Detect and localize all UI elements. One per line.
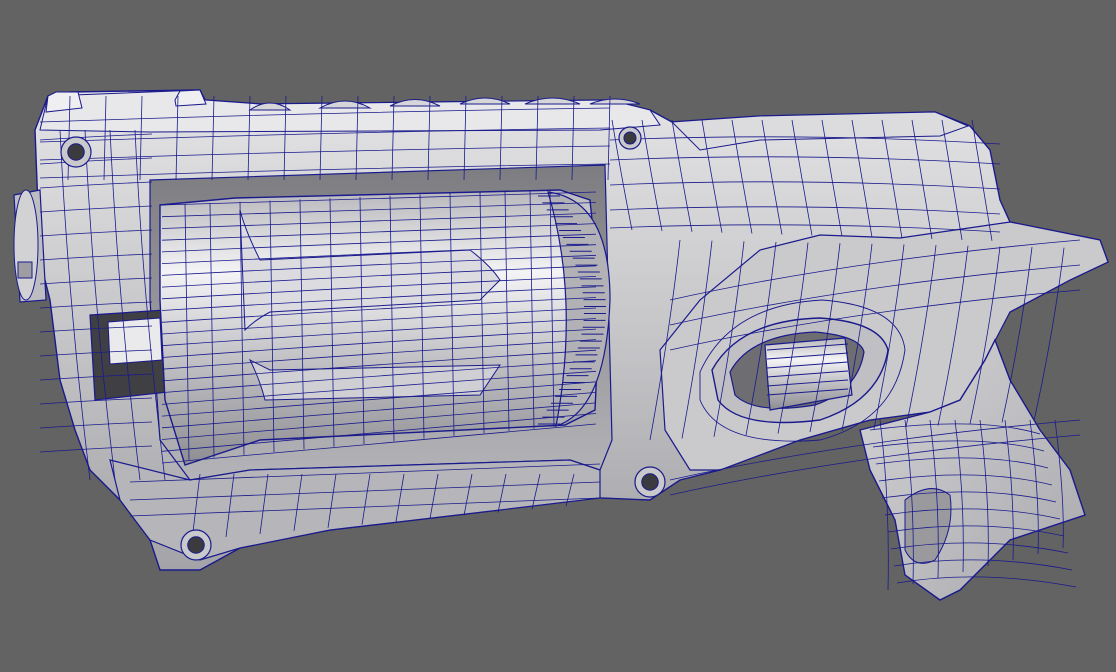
rail-ridge — [389, 99, 441, 107]
screw-hole — [67, 143, 85, 161]
front-vent-inner — [107, 317, 163, 365]
rail-ridge — [524, 97, 581, 105]
front-knob — [17, 261, 33, 279]
top-strap — [39, 89, 661, 133]
screw-hole — [187, 536, 205, 554]
rear-sight — [45, 91, 83, 113]
front-sight — [174, 89, 207, 107]
3d-viewport[interactable] — [0, 0, 1116, 672]
barrel-muzzle — [13, 189, 39, 301]
rail-ridge — [459, 97, 511, 105]
screw-hole — [641, 473, 659, 491]
scene-render — [13, 89, 1109, 601]
revolver-cylinder — [159, 189, 611, 466]
screw-hole — [623, 131, 637, 145]
rail-ridge — [318, 100, 372, 109]
